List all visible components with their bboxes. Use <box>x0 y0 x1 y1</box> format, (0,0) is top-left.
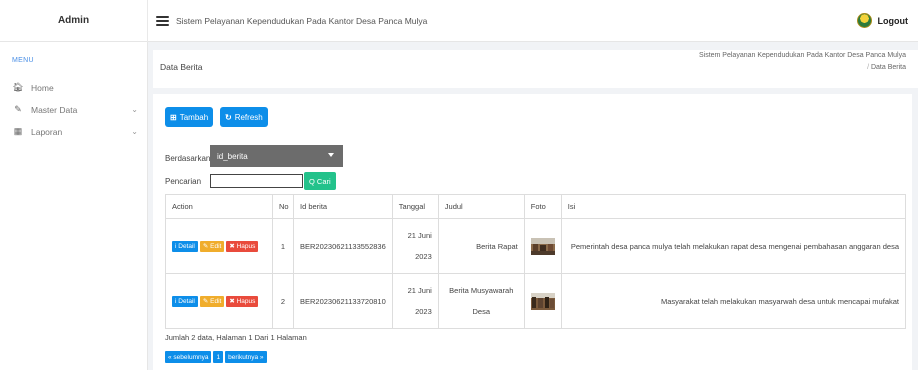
sidebar-item-home[interactable]: 🏠︎ Home <box>12 82 138 93</box>
hapus-label: Hapus <box>236 242 256 250</box>
edit-icon: ✎ <box>202 243 209 250</box>
row-foto <box>523 218 562 274</box>
row-no: 1 <box>272 218 294 274</box>
refresh-icon: ↻ <box>225 112 232 122</box>
row-judul: Berita Rapat <box>437 218 525 274</box>
row-no: 2 <box>272 273 294 329</box>
close-icon: ✖ <box>229 243 235 250</box>
col-isi: Isi <box>560 194 907 219</box>
photo-thumbnail <box>530 292 555 310</box>
plus-icon: ⊞ <box>170 112 177 122</box>
action-cell: i Detail ✎ Edit ✖ Hapus <box>165 218 273 274</box>
menu-heading: MENU <box>12 57 34 64</box>
col-judul: Judul <box>437 194 525 219</box>
breadcrumb-root[interactable]: Sistem Pelayanan Kependudukan Pada Kanto… <box>673 50 906 62</box>
sidebar-item-label: Home <box>31 82 54 93</box>
refresh-button[interactable]: ↻ Refresh <box>220 107 268 127</box>
chevron-down-icon: ⌄ <box>131 127 138 136</box>
col-action: Action <box>165 194 273 219</box>
logo-icon <box>856 13 872 28</box>
search-label: Pencarian <box>165 177 202 186</box>
hapus-button[interactable]: ✖ Hapus <box>226 240 259 252</box>
edit-icon: ✎ <box>14 104 22 114</box>
caret-down-icon <box>328 153 334 157</box>
close-icon: ✖ <box>229 298 235 305</box>
table-summary: Jumlah 2 data, Halaman 1 Dari 1 Halaman <box>165 333 307 342</box>
row-id: BER20230621133552836 <box>293 218 393 274</box>
filter-select[interactable]: id_berita <box>210 145 343 167</box>
top-bar: Admin Sistem Pelayanan Kependudukan Pada… <box>0 0 918 42</box>
hapus-button[interactable]: ✖ Hapus <box>226 295 259 307</box>
filter-selected-value: id_berita <box>217 151 248 161</box>
col-tanggal: Tanggal <box>391 194 439 219</box>
sidebar-item-laporan[interactable]: ▦ Laporan ⌄ <box>12 126 138 137</box>
sidebar: MENU 🏠︎ Home ✎ Master Data ⌄ ▦ Laporan ⌄ <box>0 42 148 370</box>
row-id: BER20230621133720810 <box>293 273 393 329</box>
edit-button[interactable]: ✎ Edit <box>199 295 225 307</box>
edit-label: Edit <box>210 297 222 305</box>
breadcrumb-separator: / <box>867 64 870 71</box>
photo-thumbnail <box>530 237 555 255</box>
detail-button[interactable]: i Detail <box>172 240 198 252</box>
row-foto <box>523 273 562 329</box>
edit-label: Edit <box>210 242 222 250</box>
logout-label: Logout <box>877 15 909 26</box>
edit-button[interactable]: ✎ Edit <box>199 240 225 252</box>
detail-button[interactable]: i Detail <box>172 295 198 307</box>
home-icon: 🏠︎ <box>12 82 24 92</box>
app-title: Sistem Pelayanan Kependudukan Pada Kanto… <box>176 15 428 26</box>
main-content: Data Berita Sistem Pelayanan Kependuduka… <box>148 42 918 370</box>
action-cell: i Detail ✎ Edit ✖ Hapus <box>165 273 273 329</box>
tambah-label: Tambah <box>179 112 209 122</box>
data-table: Action No Id berita Tanggal Judul Foto I… <box>165 194 907 329</box>
sidebar-item-label: Laporan <box>31 126 63 137</box>
row-isi: Pemerintah desa panca mulya telah melaku… <box>560 218 907 274</box>
data-panel: ⊞ Tambah ↻ Refresh Berdasarkan id_berita… <box>153 94 912 370</box>
breadcrumb: Sistem Pelayanan Kependudukan Pada Kanto… <box>673 50 918 88</box>
edit-icon: ✎ <box>202 298 209 305</box>
logout-button[interactable]: Logout <box>856 13 909 28</box>
search-button[interactable]: Q Cari <box>304 172 336 190</box>
page-1-button[interactable]: 1 <box>213 351 224 363</box>
row-tanggal: 21 Juni 2023 <box>391 273 439 329</box>
hapus-label: Hapus <box>236 297 256 305</box>
table-header-row: Action No Id berita Tanggal Judul Foto I… <box>165 194 907 219</box>
page-title: Data Berita <box>160 62 203 72</box>
breadcrumb-current: Data Berita <box>870 64 906 71</box>
row-tanggal: 21 Juni 2023 <box>391 218 439 274</box>
next-page-button[interactable]: berikutnya » <box>225 351 267 363</box>
row-isi: Masyarakat telah melakukan masyarwah des… <box>560 273 907 329</box>
row-judul: Berita Musyawarah Desa <box>437 273 525 329</box>
sidebar-item-label: Master Data <box>31 104 78 115</box>
pagination: « sebelumnya 1 berikutnya » <box>165 351 267 363</box>
sidebar-item-master-data[interactable]: ✎ Master Data ⌄ <box>12 104 138 115</box>
col-no: No <box>272 194 294 219</box>
col-foto: Foto <box>523 194 562 219</box>
calendar-icon: ▦ <box>13 126 23 136</box>
col-id-berita: Id berita <box>293 194 393 219</box>
refresh-label: Refresh <box>234 112 263 122</box>
tambah-button[interactable]: ⊞ Tambah <box>165 107 214 127</box>
prev-page-button[interactable]: « sebelumnya <box>165 351 212 363</box>
menu-toggle-icon[interactable] <box>156 15 169 26</box>
table-row: i Detail ✎ Edit ✖ Hapus 1 BER20230621133… <box>165 218 907 274</box>
chevron-down-icon: ⌄ <box>131 105 138 114</box>
filter-label: Berdasarkan <box>165 154 211 163</box>
search-input[interactable] <box>210 174 303 188</box>
brand-title: Admin <box>0 0 148 42</box>
table-row: i Detail ✎ Edit ✖ Hapus 2 BER20230621133… <box>165 273 907 329</box>
